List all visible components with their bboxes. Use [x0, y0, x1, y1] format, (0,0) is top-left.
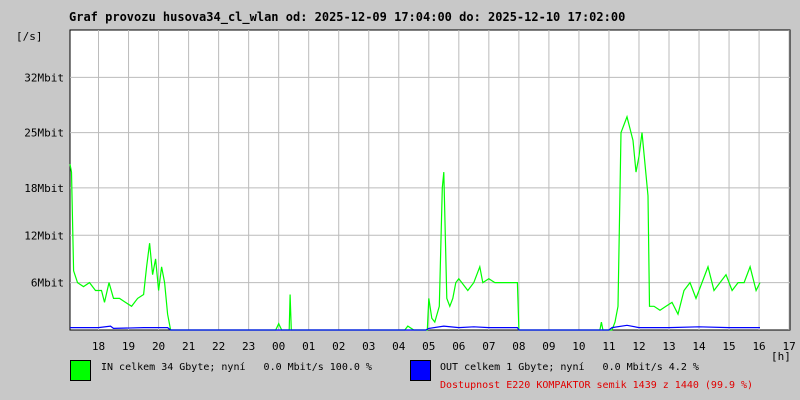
- x-tick-label: 08: [512, 340, 525, 353]
- y-tick-label: 32Mbit: [24, 71, 64, 84]
- x-axis-ticks: 18 19 20 21 22 23 00 01 02 03 04 05 06 07 08 09 10 11 12 13…: [92, 340, 796, 353]
- x-tick-label: 15: [722, 340, 735, 353]
- x-tick-label: 00: [272, 340, 285, 353]
- in-legend-swatch: [70, 360, 91, 381]
- x-axis-label: [h]: [771, 350, 791, 363]
- out-legend-label: OUT celkem 1 Gbyte; nyní 0.0 Mbit/s 4.2 …: [440, 362, 699, 373]
- plot-area: [69, 29, 791, 331]
- in-legend-label: IN celkem 34 Gbyte; nyní 0.0 Mbit/s 100.…: [101, 362, 372, 373]
- x-tick-label: 06: [452, 340, 465, 353]
- x-tick-label: 12: [632, 340, 645, 353]
- x-tick-label: 19: [122, 340, 135, 353]
- x-tick-label: 01: [302, 340, 315, 353]
- y-tick-label: 12Mbit: [24, 229, 64, 242]
- x-tick-label: 04: [392, 340, 406, 353]
- x-tick-label: 09: [542, 340, 555, 353]
- x-tick-label: 03: [362, 340, 375, 353]
- y-axis-label: [/s]: [16, 30, 43, 43]
- x-tick-label: 20: [152, 340, 165, 353]
- x-tick-label: 16: [752, 340, 765, 353]
- out-legend-swatch: [410, 360, 431, 381]
- x-tick-label: 07: [482, 340, 495, 353]
- x-tick-label: 11: [602, 340, 615, 353]
- x-tick-label: 14: [692, 340, 706, 353]
- x-tick-label: 23: [242, 340, 255, 353]
- x-tick-label: 13: [662, 340, 675, 353]
- x-tick-label: 21: [182, 340, 195, 353]
- y-axis-ticks: 6Mbit 12Mbit 18Mbit 25Mbit 32Mbit: [24, 71, 64, 289]
- availability-note: Dostupnost E220 KOMPAKTOR semik 1439 z 1…: [440, 380, 754, 391]
- chart-canvas: 6Mbit 12Mbit 18Mbit 25Mbit 32Mbit 18 19 20 21 22…: [16, 29, 796, 363]
- y-tick-label: 6Mbit: [31, 277, 64, 290]
- x-tick-label: 22: [212, 340, 225, 353]
- x-tick-label: 05: [422, 340, 435, 353]
- y-tick-label: 18Mbit: [24, 182, 64, 195]
- x-tick-label: 10: [572, 340, 585, 353]
- x-tick-label: 18: [92, 340, 105, 353]
- x-tick-label: 02: [332, 340, 345, 353]
- y-tick-label: 25Mbit: [24, 127, 64, 140]
